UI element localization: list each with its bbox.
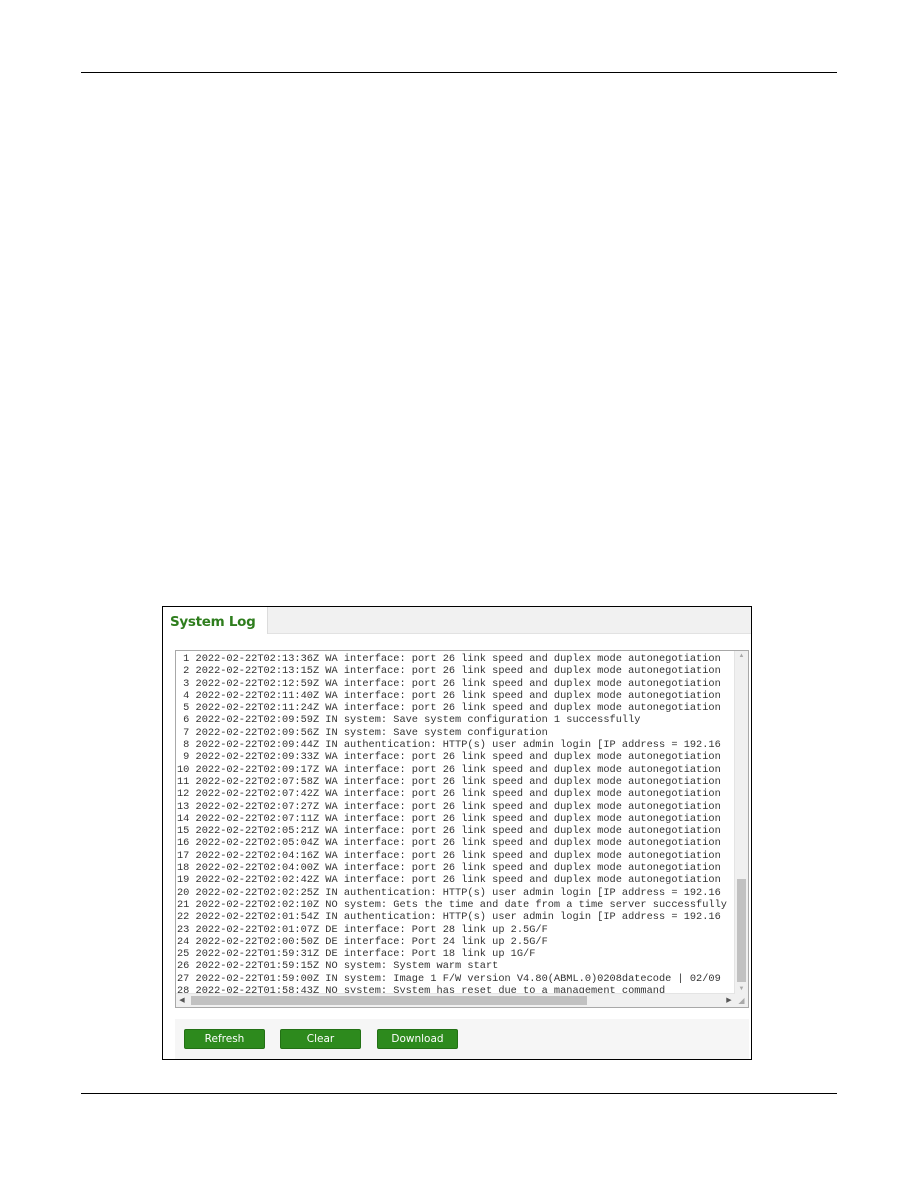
log-line: 16 2022-02-22T02:05:04Z WA interface: po… bbox=[177, 837, 721, 850]
log-line: 28 2022-02-22T01:58:43Z NO system: Syste… bbox=[177, 985, 666, 993]
log-line: 25 2022-02-22T01:59:31Z DE interface: Po… bbox=[177, 948, 536, 961]
log-line: 19 2022-02-22T02:02:42Z WA interface: po… bbox=[177, 874, 721, 887]
log-line: 4 2022-02-22T02:11:40Z WA interface: por… bbox=[177, 689, 721, 702]
log-line: 8 2022-02-22T02:09:44Z IN authentication… bbox=[177, 739, 721, 752]
log-line: 23 2022-02-22T02:01:07Z DE interface: Po… bbox=[177, 923, 548, 936]
log-line: 11 2022-02-22T02:07:58Z WA interface: po… bbox=[177, 775, 721, 788]
log-line: 21 2022-02-22T02:02:10Z NO system: Gets … bbox=[177, 898, 727, 911]
header-rule bbox=[81, 72, 837, 73]
button-bar: Refresh Clear Download bbox=[175, 1019, 749, 1059]
download-button[interactable]: Download bbox=[377, 1029, 458, 1049]
log-line: 7 2022-02-22T02:09:56Z IN system: Save s… bbox=[177, 726, 548, 739]
horizontal-scrollbar[interactable]: ◀ ▶ bbox=[176, 993, 735, 1007]
log-line: 14 2022-02-22T02:07:11Z WA interface: po… bbox=[177, 812, 721, 825]
tab-system-log[interactable]: System Log bbox=[163, 607, 269, 634]
scroll-down-icon[interactable]: ▼ bbox=[735, 984, 748, 994]
log-line: 22 2022-02-22T02:01:54Z IN authenticatio… bbox=[177, 911, 721, 924]
scroll-up-icon[interactable]: ▲ bbox=[735, 651, 748, 661]
log-line: 17 2022-02-22T02:04:16Z WA interface: po… bbox=[177, 849, 721, 862]
log-line: 13 2022-02-22T02:07:27Z WA interface: po… bbox=[177, 800, 721, 813]
clear-button[interactable]: Clear bbox=[280, 1029, 361, 1049]
log-line: 5 2022-02-22T02:11:24Z WA interface: por… bbox=[177, 702, 721, 715]
tab-bar: System Log bbox=[163, 607, 751, 634]
vertical-scrollbar[interactable]: ▲ ▼ bbox=[734, 651, 748, 994]
log-line: 18 2022-02-22T02:04:00Z WA interface: po… bbox=[177, 862, 721, 875]
system-log-textarea[interactable]: 1 2022-02-22T02:13:36Z WA interface: por… bbox=[175, 650, 749, 1008]
refresh-button[interactable]: Refresh bbox=[184, 1029, 265, 1049]
log-line: 26 2022-02-22T01:59:15Z NO system: Syste… bbox=[177, 960, 499, 973]
scroll-right-icon[interactable]: ▶ bbox=[723, 994, 735, 1007]
log-line: 20 2022-02-22T02:02:25Z IN authenticatio… bbox=[177, 886, 721, 899]
log-line: 2 2022-02-22T02:13:15Z WA interface: por… bbox=[177, 665, 721, 678]
log-line: 3 2022-02-22T02:12:59Z WA interface: por… bbox=[177, 677, 721, 690]
vertical-scroll-thumb[interactable] bbox=[737, 879, 746, 982]
log-lines: 1 2022-02-22T02:13:36Z WA interface: por… bbox=[176, 653, 734, 993]
footer-rule bbox=[81, 1093, 837, 1094]
system-log-panel: System Log 1 2022-02-22T02:13:36Z WA int… bbox=[162, 606, 752, 1060]
log-line: 1 2022-02-22T02:13:36Z WA interface: por… bbox=[177, 653, 721, 665]
log-line: 27 2022-02-22T01:59:00Z IN system: Image… bbox=[177, 972, 721, 985]
scroll-left-icon[interactable]: ◀ bbox=[176, 994, 188, 1007]
resize-grip-icon[interactable]: ◢ bbox=[735, 994, 748, 1007]
log-line: 15 2022-02-22T02:05:21Z WA interface: po… bbox=[177, 825, 721, 838]
log-line: 24 2022-02-22T02:00:50Z DE interface: Po… bbox=[177, 935, 548, 948]
log-line: 12 2022-02-22T02:07:42Z WA interface: po… bbox=[177, 788, 721, 801]
log-line: 10 2022-02-22T02:09:17Z WA interface: po… bbox=[177, 763, 721, 776]
horizontal-scroll-thumb[interactable] bbox=[191, 996, 587, 1005]
log-line: 6 2022-02-22T02:09:59Z IN system: Save s… bbox=[177, 714, 641, 727]
log-line: 9 2022-02-22T02:09:33Z WA interface: por… bbox=[177, 751, 721, 764]
